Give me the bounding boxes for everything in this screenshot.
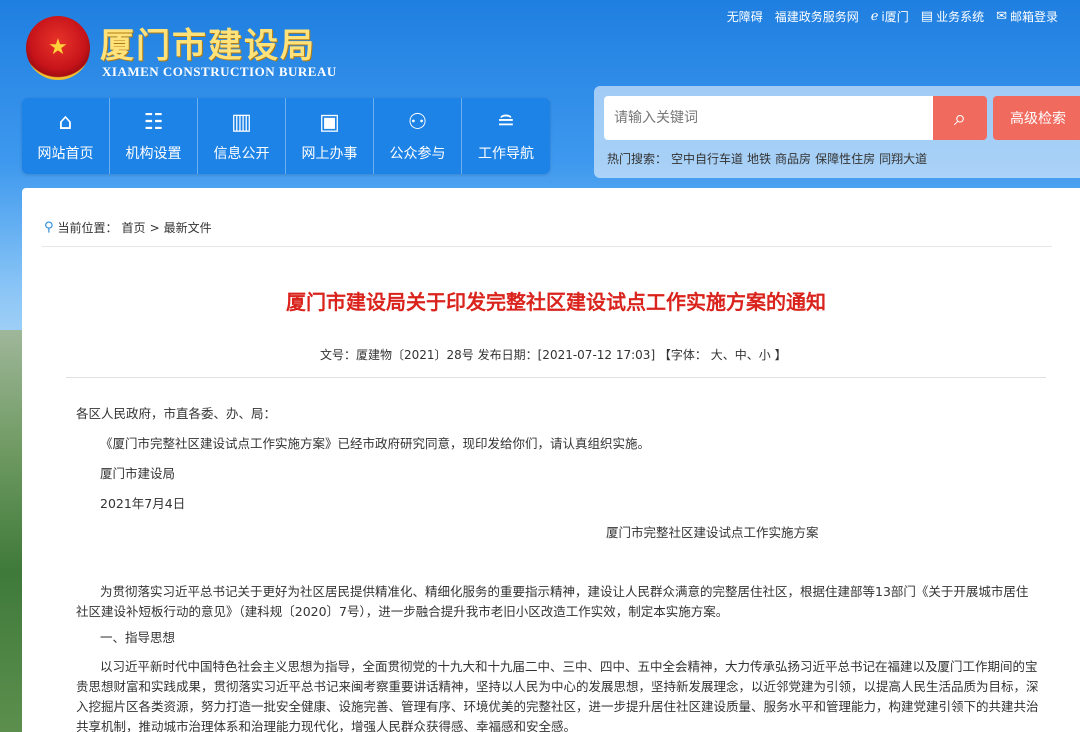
- hot-search-label: 热门搜索：: [607, 152, 668, 166]
- location-pin-icon: ⚲: [44, 220, 54, 235]
- nav-item-online-service[interactable]: ▣ 网上办事: [286, 98, 374, 174]
- search-icon: ⌕: [953, 105, 967, 131]
- article-meta: 文号：厦建物〔2021〕28号 发布日期：[2021-07-12 17:03] …: [320, 348, 787, 362]
- nav-item-public-participation[interactable]: ⚇ 公众参与: [374, 98, 462, 174]
- nav-item-info-disclosure[interactable]: ▥ 信息公开: [198, 98, 286, 174]
- article-paragraph: 以习近平新时代中国特色社会主义思想为指导，全面贯彻党的十九大和十九届二中、三中、…: [76, 659, 1039, 732]
- search-button[interactable]: ⌕: [933, 96, 987, 140]
- home-icon: ⌂: [58, 110, 73, 135]
- top-links: 无障碍 福建政务服务网 ℯ i厦门 ▤ 业务系统 ✉ 邮箱登录: [727, 8, 1058, 25]
- article-title: 厦门市建设局关于印发完整社区建设试点工作实施方案的通知: [286, 290, 826, 314]
- breadcrumb: ⚲ 当前位置： 首页 > 最新文件: [44, 219, 212, 236]
- divider: [42, 246, 1052, 247]
- hot-word-link[interactable]: 保障性住房: [815, 150, 875, 167]
- breadcrumb-prefix: 当前位置：: [57, 221, 118, 235]
- content-panel: [22, 188, 1080, 732]
- org-icon: ☷: [143, 110, 164, 135]
- hot-search: 热门搜索： 空中自行车道 地铁 商品房 保障性住房 同翔大道: [607, 150, 927, 167]
- article-paragraph: 为贯彻落实习近平总书记关于更好为社区居民提供精准化、精细化服务的重要指示精神，建…: [76, 584, 1029, 619]
- site-subtitle: XIAMEN CONSTRUCTION BUREAU: [102, 64, 337, 79]
- article-date: 2021年7月4日: [100, 496, 186, 511]
- people-icon: ⚇: [407, 110, 428, 135]
- accessibility-link[interactable]: 无障碍: [727, 8, 763, 25]
- nav-item-organization[interactable]: ☷ 机构设置: [110, 98, 198, 174]
- info-icon: ▥: [231, 110, 252, 135]
- i-xiamen-icon: ℯ: [870, 9, 879, 24]
- article-paragraph: 《厦门市完整社区建设试点工作实施方案》已经市政府研究同意，现印发给你们，请认真组…: [100, 436, 651, 451]
- mail-icon: ✉: [996, 9, 1007, 24]
- nav-item-home[interactable]: ⌂ 网站首页: [22, 98, 110, 174]
- site-title: 厦门市建设局: [100, 26, 316, 66]
- hot-word-link[interactable]: 同翔大道: [879, 150, 927, 167]
- hot-word-link[interactable]: 地铁: [747, 150, 771, 167]
- fujian-gov-service-link[interactable]: 福建政务服务网: [775, 8, 859, 25]
- search-input[interactable]: [604, 96, 934, 140]
- main-nav: ⌂ 网站首页 ☷ 机构设置 ▥ 信息公开 ▣ 网上办事 ⚇ 公众参与 ≘ 工作导…: [22, 98, 550, 174]
- article-paragraph: 各区人民政府，市直各委、办、局：: [76, 406, 277, 421]
- business-system-link[interactable]: ▤ 业务系统: [921, 8, 984, 25]
- hot-word-link[interactable]: 商品房: [775, 150, 811, 167]
- section-heading: 一、指导思想: [100, 630, 176, 645]
- nav-item-work-guide[interactable]: ≘ 工作导航: [462, 98, 550, 174]
- national-emblem-icon: ★: [26, 16, 90, 80]
- advanced-search-button[interactable]: 高级检索: [993, 96, 1080, 140]
- system-icon: ▤: [920, 9, 934, 24]
- breadcrumb-home[interactable]: 首页: [122, 219, 146, 236]
- divider: [66, 377, 1046, 378]
- article-signature: 厦门市建设局: [100, 466, 176, 481]
- hot-word-link[interactable]: 空中自行车道: [671, 150, 743, 167]
- breadcrumb-separator: >: [149, 220, 160, 235]
- breadcrumb-latest-files[interactable]: 最新文件: [164, 219, 212, 236]
- service-icon: ▣: [319, 110, 340, 135]
- i-xiamen-link[interactable]: ℯ i厦门: [871, 8, 909, 25]
- attachment-title: 厦门市完整社区建设试点工作实施方案: [606, 525, 819, 540]
- guide-icon: ≘: [496, 110, 516, 135]
- mail-login-link[interactable]: ✉ 邮箱登录: [996, 8, 1058, 25]
